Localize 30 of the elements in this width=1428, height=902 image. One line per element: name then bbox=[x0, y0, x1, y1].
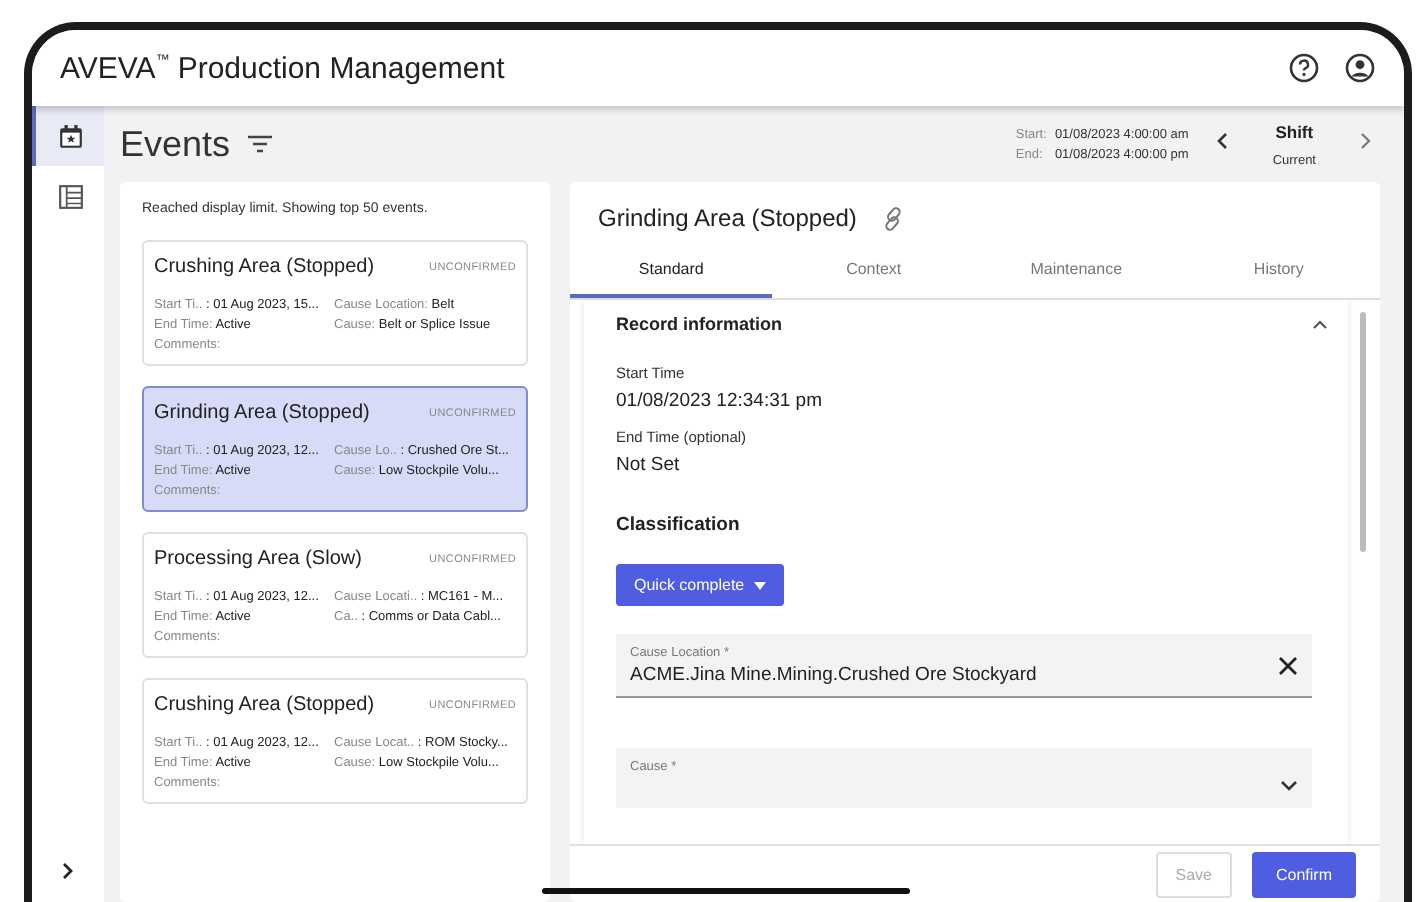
nav-tab[interactable] bbox=[32, 106, 104, 166]
event-title: Crushing Area (Stopped) bbox=[154, 694, 375, 716]
tab[interactable]: Standard bbox=[570, 242, 773, 298]
tab[interactable]: History bbox=[1177, 242, 1380, 298]
chevron-down-icon bbox=[1280, 780, 1298, 792]
period-title: Shift bbox=[1275, 121, 1314, 141]
field-value: 01/08/2023 12:34:31 pm bbox=[616, 390, 825, 412]
quick-complete-button[interactable]: Quick complete bbox=[616, 564, 785, 606]
calendar-icon bbox=[57, 123, 83, 149]
event-title: Grinding Area (Stopped) bbox=[154, 402, 370, 424]
help-icon[interactable] bbox=[1288, 52, 1320, 84]
close-icon[interactable] bbox=[1278, 656, 1298, 676]
list-icon bbox=[57, 183, 83, 209]
section-title: Record information bbox=[616, 314, 783, 334]
chevron-right-icon[interactable] bbox=[62, 862, 74, 880]
confirm-button[interactable]: Confirm bbox=[1251, 851, 1356, 897]
filter-icon[interactable] bbox=[246, 134, 275, 154]
link-icon[interactable] bbox=[880, 205, 907, 231]
page-title: Events bbox=[120, 123, 231, 165]
event-title: Crushing Area (Stopped) bbox=[154, 256, 375, 278]
classification-heading: Classification bbox=[616, 514, 742, 536]
detail-title: Grinding Area (Stopped) bbox=[598, 204, 857, 232]
account-icon[interactable] bbox=[1344, 52, 1376, 84]
caret-icon bbox=[754, 581, 767, 589]
tab[interactable]: Context bbox=[772, 242, 975, 298]
scrollbar[interactable] bbox=[1360, 312, 1366, 552]
tab[interactable]: Maintenance bbox=[975, 242, 1178, 298]
event-title: Processing Area (Slow) bbox=[154, 548, 362, 570]
chevron-left-icon[interactable] bbox=[1216, 132, 1229, 150]
field-value: Not Set bbox=[616, 454, 682, 476]
